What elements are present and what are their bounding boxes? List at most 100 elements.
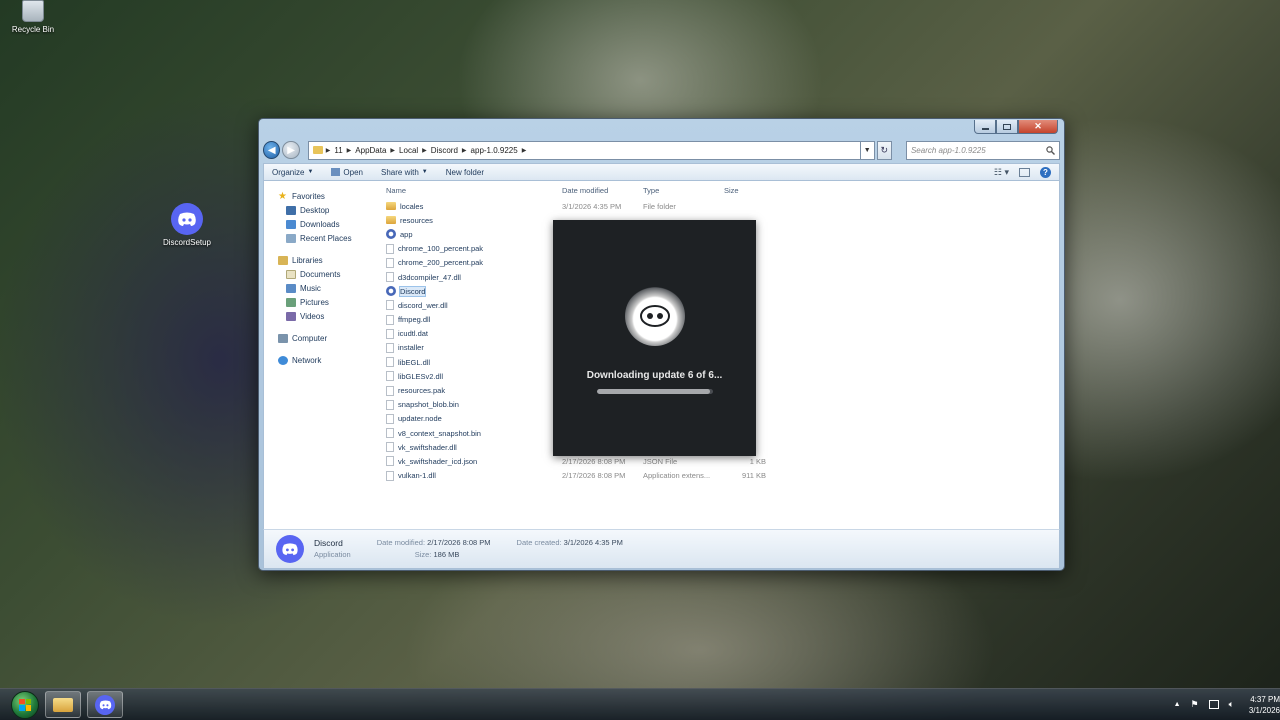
file-icon — [386, 385, 394, 396]
file-row[interactable]: vk_swiftshader_icd.json 2/17/2026 8:08 PM… — [382, 454, 1059, 468]
show-hidden-icons-icon[interactable]: ▲ — [1174, 701, 1181, 708]
back-button[interactable]: ◀ — [263, 141, 281, 159]
breadcrumb-item[interactable]: app-1.0.9225 — [471, 146, 518, 155]
forward-button[interactable]: ▶ — [282, 141, 300, 159]
column-date-modified[interactable]: Date modified — [558, 186, 639, 195]
help-icon[interactable]: ? — [1040, 166, 1051, 178]
pictures-icon — [286, 297, 296, 307]
libraries-icon — [278, 255, 288, 265]
nav-documents[interactable]: Documents — [264, 267, 376, 281]
nav-label: Desktop — [300, 205, 330, 215]
chevron-right-icon: ▶ — [346, 147, 352, 154]
nav-recent-places[interactable]: Recent Places — [264, 231, 376, 245]
breadcrumb-item[interactable]: 11 — [334, 146, 342, 155]
file-type: JSON File — [643, 456, 678, 466]
search-input[interactable]: Search app-1.0.9225 — [905, 140, 1060, 160]
file-row[interactable]: locales 3/1/2026 4:35 PM File folder — [382, 199, 1059, 213]
search-icon — [1046, 145, 1055, 155]
network-tray-icon[interactable] — [1208, 700, 1219, 709]
maximize-button[interactable] — [996, 120, 1018, 134]
file-name: locales — [400, 201, 424, 211]
nav-desktop[interactable]: Desktop — [264, 203, 376, 217]
desktop-icon-recycle-bin[interactable]: Recycle Bin — [0, 0, 66, 34]
column-name[interactable]: Name — [382, 186, 558, 195]
desktop-icon-label: Recycle Bin — [11, 25, 55, 34]
file-type: File folder — [643, 201, 676, 211]
nav-pictures[interactable]: Pictures — [264, 295, 376, 309]
file-name-cell: libEGL.dll — [382, 357, 558, 368]
file-name: vulkan-1.dll — [398, 471, 436, 481]
taskbar-discord-button[interactable] — [87, 691, 123, 718]
share-with-button[interactable]: Share with ▼ — [381, 168, 428, 177]
nav-favorites[interactable]: ★ Favorites — [264, 189, 376, 203]
desktop-icon-label: DiscordSetup — [162, 238, 212, 247]
details-label: Date created: — [516, 538, 562, 547]
file-name-cell: installer — [382, 342, 558, 353]
start-button[interactable] — [11, 690, 39, 719]
maximize-icon — [1003, 123, 1011, 130]
breadcrumb-item[interactable]: Discord — [431, 146, 458, 155]
volume-icon[interactable]: 🔈︎ — [1229, 699, 1234, 710]
file-icon — [386, 413, 394, 424]
nav-computer[interactable]: Computer — [264, 331, 376, 345]
address-history-dropdown[interactable]: ▼ — [861, 140, 875, 160]
nav-network[interactable]: Network — [264, 353, 376, 367]
file-name-cell: chrome_200_percent.pak — [382, 257, 558, 268]
file-name-cell: discord_wer.dll — [382, 300, 558, 311]
file-icon — [386, 371, 394, 382]
taskbar-explorer-button[interactable] — [45, 691, 81, 718]
file-name-cell: snapshot_blob.bin — [382, 399, 558, 410]
open-button[interactable]: Open — [331, 168, 363, 177]
taskbar: ▲ ⚑ 🔈︎ 4:37 PM 3/1/2026 — [0, 688, 1280, 720]
file-icon — [386, 357, 394, 368]
action-center-flag-icon[interactable]: ⚑ — [1191, 699, 1199, 710]
nav-music[interactable]: Music — [264, 281, 376, 295]
file-date-modified: 2/17/2026 8:08 PM — [562, 471, 626, 481]
folder-icon — [53, 697, 73, 712]
chevron-down-icon: ▼ — [421, 169, 428, 175]
breadcrumb-item[interactable]: Local — [399, 146, 418, 155]
clock[interactable]: 4:37 PM 3/1/2026 — [1244, 694, 1280, 716]
recycle-bin-icon — [22, 0, 44, 22]
file-row[interactable]: vulkan-1.dll 2/17/2026 8:08 PM Application… — [382, 469, 1059, 483]
file-name-cell: resources — [382, 216, 558, 225]
file-icon — [386, 342, 394, 353]
folder-icon — [386, 216, 396, 225]
command-bar: Organize ▼ Open Share with ▼ New folder ☷ … — [263, 163, 1060, 181]
chevron-down-icon: ▼ — [307, 169, 314, 175]
view-options-icon[interactable]: ☷ ▾ — [994, 167, 1009, 178]
discord-update-splash: Downloading update 6 of 6... — [553, 220, 756, 456]
details-label: Size: — [414, 550, 432, 559]
desktop-icon — [286, 205, 296, 215]
file-icon — [386, 428, 394, 439]
refresh-button[interactable]: ↻ — [876, 140, 892, 160]
app-icon — [386, 229, 396, 240]
minimize-button[interactable] — [974, 120, 996, 134]
file-name-cell: icudtl.dat — [382, 328, 558, 339]
file-name: icudtl.dat — [398, 329, 429, 339]
file-name: vk_swiftshader_icd.json — [398, 456, 478, 466]
music-icon — [286, 283, 296, 293]
file-icon — [386, 300, 394, 311]
close-button[interactable]: ✕ — [1018, 120, 1058, 134]
discord-icon — [171, 203, 203, 235]
desktop-icon-discord-setup[interactable]: DiscordSetup — [154, 203, 220, 247]
preview-pane-icon[interactable] — [1019, 167, 1030, 177]
breadcrumb-item[interactable]: AppData — [355, 146, 386, 155]
file-name-cell: ffmpeg.dll — [382, 314, 558, 325]
new-folder-button[interactable]: New folder — [446, 168, 484, 177]
nav-videos[interactable]: Videos — [264, 309, 376, 323]
file-name-cell: vulkan-1.dll — [382, 470, 558, 481]
organize-button[interactable]: Organize ▼ — [272, 168, 313, 177]
file-name: d3dcompiler_47.dll — [398, 272, 461, 282]
network-icon — [278, 355, 288, 365]
chevron-down-icon: ▼ — [863, 146, 871, 154]
nav-libraries[interactable]: Libraries — [264, 253, 376, 267]
system-tray: ▲ ⚑ 🔈︎ 4:37 PM 3/1/2026 — [1174, 694, 1280, 716]
nav-downloads[interactable]: Downloads — [264, 217, 376, 231]
search-placeholder: Search app-1.0.9225 — [910, 145, 986, 155]
column-size[interactable]: Size — [720, 186, 766, 195]
file-icon — [386, 314, 394, 325]
column-type[interactable]: Type — [639, 186, 720, 195]
address-bar[interactable]: ▶ 11 ▶ AppData ▶ Local ▶ Discord ▶ app-1… — [307, 140, 862, 160]
